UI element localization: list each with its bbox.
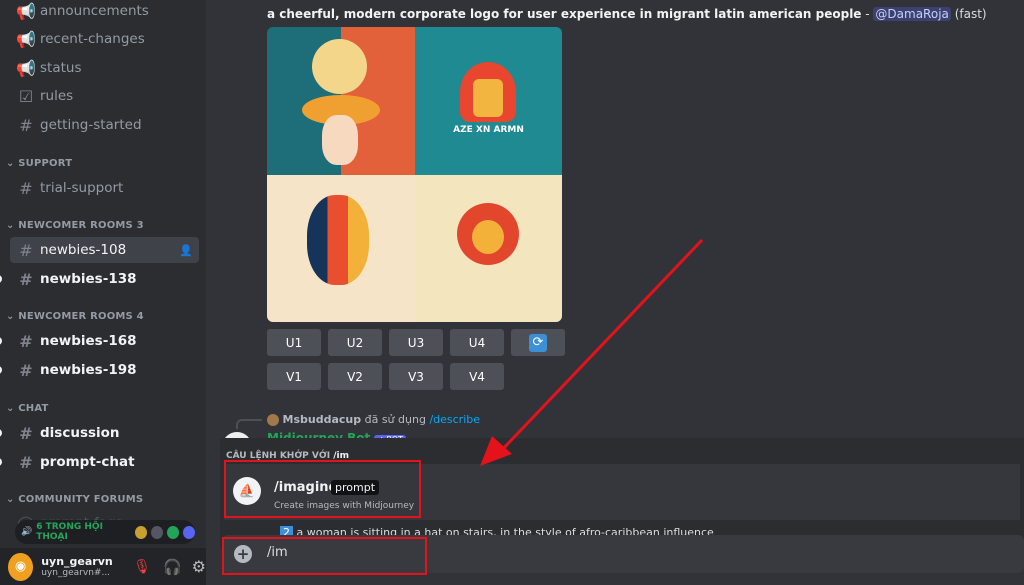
arrow-line xyxy=(498,238,704,454)
arrow-head xyxy=(480,436,512,466)
annotation-arrow xyxy=(480,238,704,466)
